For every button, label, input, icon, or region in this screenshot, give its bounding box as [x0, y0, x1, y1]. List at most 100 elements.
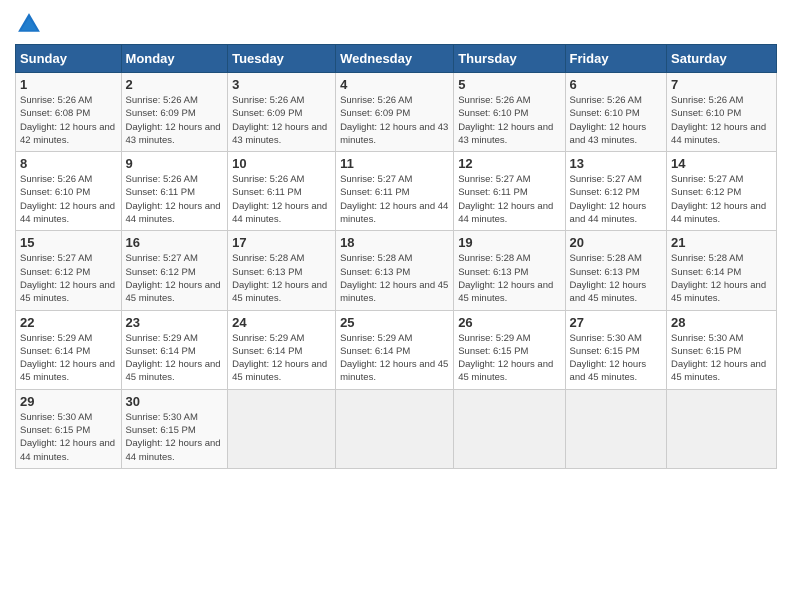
day-info: Sunrise: 5:26 AMSunset: 6:09 PMDaylight:…	[340, 94, 449, 147]
calendar-cell: 21 Sunrise: 5:28 AMSunset: 6:14 PMDayligh…	[667, 231, 777, 310]
calendar-header-row: SundayMondayTuesdayWednesdayThursdayFrid…	[16, 45, 777, 73]
calendar-cell	[336, 389, 454, 468]
calendar-cell: 3 Sunrise: 5:26 AMSunset: 6:09 PMDaylight…	[228, 73, 336, 152]
day-number: 29	[20, 394, 117, 409]
day-number: 11	[340, 156, 449, 171]
logo-icon	[15, 10, 43, 38]
day-number: 9	[126, 156, 224, 171]
day-info: Sunrise: 5:26 AMSunset: 6:09 PMDaylight:…	[126, 94, 224, 147]
calendar-cell	[667, 389, 777, 468]
week-row-5: 29 Sunrise: 5:30 AMSunset: 6:15 PMDayligh…	[16, 389, 777, 468]
day-number: 19	[458, 235, 560, 250]
day-header-saturday: Saturday	[667, 45, 777, 73]
day-header-monday: Monday	[121, 45, 228, 73]
day-number: 8	[20, 156, 117, 171]
calendar-cell: 24Sunrise: 5:29 AMSunset: 6:14 PMDayligh…	[228, 310, 336, 389]
day-number: 17	[232, 235, 331, 250]
day-info: Sunrise: 5:28 AMSunset: 6:13 PMDaylight:…	[340, 252, 449, 305]
calendar-cell: 22Sunrise: 5:29 AMSunset: 6:14 PMDayligh…	[16, 310, 122, 389]
day-number: 7	[671, 77, 772, 92]
day-header-friday: Friday	[565, 45, 667, 73]
calendar-cell: 23 Sunrise: 5:29 AMSunset: 6:14 PMDayligh…	[121, 310, 228, 389]
header	[15, 10, 777, 38]
calendar-cell: 19 Sunrise: 5:28 AMSunset: 6:13 PMDayligh…	[454, 231, 565, 310]
calendar-cell: 2 Sunrise: 5:26 AMSunset: 6:09 PMDaylight…	[121, 73, 228, 152]
day-number: 24	[232, 315, 331, 330]
calendar-cell: 18Sunrise: 5:28 AMSunset: 6:13 PMDayligh…	[336, 231, 454, 310]
day-info: Sunrise: 5:26 AMSunset: 6:08 PMDaylight:…	[20, 94, 117, 147]
day-number: 27	[570, 315, 663, 330]
calendar-cell: 16 Sunrise: 5:27 AMSunset: 6:12 PMDayligh…	[121, 231, 228, 310]
day-info: Sunrise: 5:26 AMSunset: 6:10 PMDaylight:…	[671, 94, 772, 147]
day-header-tuesday: Tuesday	[228, 45, 336, 73]
day-number: 25	[340, 315, 449, 330]
day-info: Sunrise: 5:26 AMSunset: 6:09 PMDaylight:…	[232, 94, 331, 147]
calendar-cell: 28 Sunrise: 5:30 AMSunset: 6:15 PMDayligh…	[667, 310, 777, 389]
day-info: Sunrise: 5:27 AMSunset: 6:12 PMDaylight:…	[126, 252, 224, 305]
day-info: Sunrise: 5:28 AMSunset: 6:14 PMDaylight:…	[671, 252, 772, 305]
day-number: 6	[570, 77, 663, 92]
day-number: 30	[126, 394, 224, 409]
calendar-cell: 27 Sunrise: 5:30 AMSunset: 6:15 PMDayligh…	[565, 310, 667, 389]
calendar-table: SundayMondayTuesdayWednesdayThursdayFrid…	[15, 44, 777, 469]
calendar-cell: 17 Sunrise: 5:28 AMSunset: 6:13 PMDayligh…	[228, 231, 336, 310]
day-number: 20	[570, 235, 663, 250]
day-number: 10	[232, 156, 331, 171]
day-number: 12	[458, 156, 560, 171]
day-number: 13	[570, 156, 663, 171]
day-number: 2	[126, 77, 224, 92]
day-info: Sunrise: 5:29 AMSunset: 6:14 PMDaylight:…	[340, 332, 449, 385]
calendar-cell: 12 Sunrise: 5:27 AMSunset: 6:11 PMDayligh…	[454, 152, 565, 231]
day-info: Sunrise: 5:26 AMSunset: 6:10 PMDaylight:…	[458, 94, 560, 147]
calendar-cell: 8 Sunrise: 5:26 AMSunset: 6:10 PMDaylight…	[16, 152, 122, 231]
logo	[15, 10, 47, 38]
day-number: 5	[458, 77, 560, 92]
week-row-4: 22 Sunrise: 5:29 AMSunset: 6:14 PMDayligh…	[16, 310, 777, 389]
day-number: 15	[20, 235, 117, 250]
calendar-cell	[565, 389, 667, 468]
calendar-cell: 4 Sunrise: 5:26 AMSunset: 6:09 PMDaylight…	[336, 73, 454, 152]
day-info: Sunrise: 5:27 AMSunset: 6:12 PMDaylight:…	[570, 173, 663, 226]
day-info: Sunrise: 5:27 AMSunset: 6:11 PMDaylight:…	[458, 173, 560, 226]
calendar-cell	[228, 389, 336, 468]
calendar-cell: 25 Sunrise: 5:29 AMSunset: 6:14 PMDayligh…	[336, 310, 454, 389]
day-info: Sunrise: 5:26 AMSunset: 6:11 PMDaylight:…	[232, 173, 331, 226]
calendar-cell: 13 Sunrise: 5:27 AMSunset: 6:12 PMDayligh…	[565, 152, 667, 231]
calendar-cell: 26Sunrise: 5:29 AMSunset: 6:15 PMDayligh…	[454, 310, 565, 389]
calendar-cell: 5 Sunrise: 5:26 AMSunset: 6:10 PMDaylight…	[454, 73, 565, 152]
calendar-cell: 15Sunrise: 5:27 AMSunset: 6:12 PMDayligh…	[16, 231, 122, 310]
calendar-cell: 10 Sunrise: 5:26 AMSunset: 6:11 PMDayligh…	[228, 152, 336, 231]
week-row-2: 8 Sunrise: 5:26 AMSunset: 6:10 PMDaylight…	[16, 152, 777, 231]
calendar-cell: 30 Sunrise: 5:30 AMSunset: 6:15 PMDayligh…	[121, 389, 228, 468]
day-header-wednesday: Wednesday	[336, 45, 454, 73]
day-info: Sunrise: 5:26 AMSunset: 6:11 PMDaylight:…	[126, 173, 224, 226]
day-info: Sunrise: 5:28 AMSunset: 6:13 PMDaylight:…	[232, 252, 331, 305]
day-header-thursday: Thursday	[454, 45, 565, 73]
day-number: 23	[126, 315, 224, 330]
calendar-cell: 7 Sunrise: 5:26 AMSunset: 6:10 PMDaylight…	[667, 73, 777, 152]
calendar-cell: 29 Sunrise: 5:30 AMSunset: 6:15 PMDayligh…	[16, 389, 122, 468]
day-number: 22	[20, 315, 117, 330]
day-info: Sunrise: 5:30 AMSunset: 6:15 PMDaylight:…	[671, 332, 772, 385]
day-info: Sunrise: 5:30 AMSunset: 6:15 PMDaylight:…	[570, 332, 663, 385]
day-header-sunday: Sunday	[16, 45, 122, 73]
day-info: Sunrise: 5:29 AMSunset: 6:14 PMDaylight:…	[126, 332, 224, 385]
day-info: Sunrise: 5:30 AMSunset: 6:15 PMDaylight:…	[20, 411, 117, 464]
day-number: 28	[671, 315, 772, 330]
calendar-cell: 6Sunrise: 5:26 AMSunset: 6:10 PMDaylight…	[565, 73, 667, 152]
day-info: Sunrise: 5:28 AMSunset: 6:13 PMDaylight:…	[570, 252, 663, 305]
day-number: 1	[20, 77, 117, 92]
calendar-cell: 9 Sunrise: 5:26 AMSunset: 6:11 PMDaylight…	[121, 152, 228, 231]
calendar-cell: 20 Sunrise: 5:28 AMSunset: 6:13 PMDayligh…	[565, 231, 667, 310]
day-info: Sunrise: 5:30 AMSunset: 6:15 PMDaylight:…	[126, 411, 224, 464]
day-info: Sunrise: 5:26 AMSunset: 6:10 PMDaylight:…	[20, 173, 117, 226]
calendar-cell	[454, 389, 565, 468]
day-number: 21	[671, 235, 772, 250]
day-number: 3	[232, 77, 331, 92]
day-number: 26	[458, 315, 560, 330]
day-info: Sunrise: 5:27 AMSunset: 6:11 PMDaylight:…	[340, 173, 449, 226]
day-number: 4	[340, 77, 449, 92]
calendar-cell: 11 Sunrise: 5:27 AMSunset: 6:11 PMDayligh…	[336, 152, 454, 231]
day-info: Sunrise: 5:28 AMSunset: 6:13 PMDaylight:…	[458, 252, 560, 305]
day-number: 16	[126, 235, 224, 250]
